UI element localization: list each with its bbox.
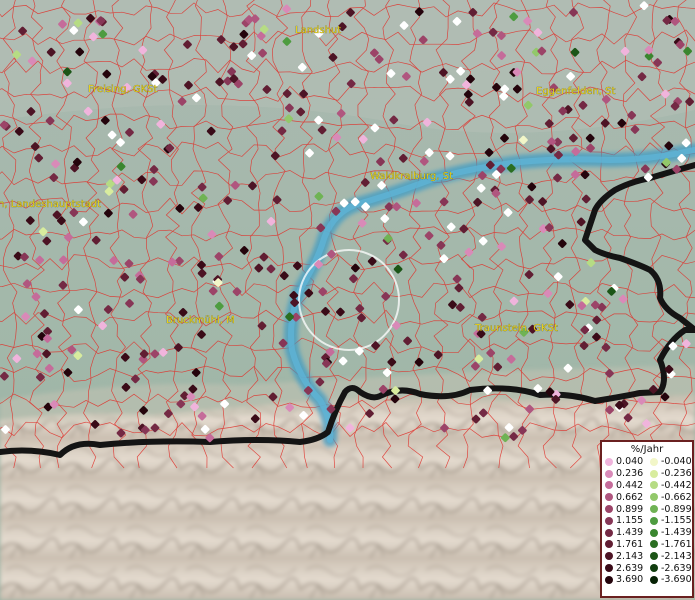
legend-row-negative: -0.662 xyxy=(647,491,692,503)
legend-row-negative: -1.761 xyxy=(647,539,692,551)
legend-value: 2.639 xyxy=(616,562,644,574)
legend-swatch xyxy=(650,516,658,525)
legend-swatch xyxy=(605,469,613,478)
legend-swatch xyxy=(650,552,658,561)
legend-swatch xyxy=(605,575,613,584)
legend-value: -1.155 xyxy=(661,515,692,527)
legend-swatch xyxy=(605,481,613,490)
legend-value: 2.143 xyxy=(616,550,644,562)
legend-swatch xyxy=(605,552,613,561)
legend-value: -0.899 xyxy=(661,503,692,515)
legend-row-positive: 0.662 xyxy=(602,491,647,503)
legend-row-positive: 2.143 xyxy=(602,550,647,562)
legend-value: -0.040 xyxy=(661,456,692,468)
legend-value: 0.662 xyxy=(616,491,644,503)
legend-swatch xyxy=(605,493,613,502)
legend-value: -1.439 xyxy=(661,527,692,539)
legend-swatch xyxy=(605,457,613,466)
legend-value: -0.236 xyxy=(661,468,692,480)
legend-row-negative: -2.639 xyxy=(647,562,692,574)
legend-swatch xyxy=(605,540,613,549)
legend-row-positive: 0.236 xyxy=(602,468,647,480)
legend-swatch xyxy=(650,457,658,466)
legend-swatch xyxy=(650,528,658,537)
legend-value: 1.155 xyxy=(616,515,644,527)
legend-row-positive: 2.639 xyxy=(602,562,647,574)
place-label-freising: Freising, GKSt xyxy=(88,84,158,95)
legend-row-negative: -3.690 xyxy=(647,574,692,586)
legend-swatch xyxy=(605,528,613,537)
legend-row-negative: -2.143 xyxy=(647,550,692,562)
place-label-traunstein: Traunstein, GKSt xyxy=(474,323,558,334)
legend-swatch xyxy=(650,469,658,478)
legend-swatch xyxy=(650,575,658,584)
legend-swatch xyxy=(650,564,658,573)
legend-swatch xyxy=(605,516,613,525)
legend-value: -1.761 xyxy=(661,538,692,550)
place-label-bruckmuehl: Bruckmühl, M xyxy=(166,315,235,326)
legend-row-negative: -0.236 xyxy=(647,468,692,480)
place-label-landshut: Landshut xyxy=(295,25,341,36)
legend-value: 1.439 xyxy=(616,527,644,539)
legend-row-positive: 0.899 xyxy=(602,503,647,515)
legend-value: -2.639 xyxy=(661,562,692,574)
legend-value: 0.899 xyxy=(616,503,644,515)
legend-swatch xyxy=(650,493,658,502)
legend-title: %/Jahr xyxy=(630,444,664,455)
legend-row-positive: 1.155 xyxy=(602,515,647,527)
legend-swatch xyxy=(650,481,658,490)
legend-swatch xyxy=(650,540,658,549)
place-label-muenchen: n, Landeshauptstadt xyxy=(0,199,101,210)
map-canvas[interactable]: Landshut Freising, GKSt Eggenfelden, St … xyxy=(0,0,695,600)
legend-row-negative: -1.439 xyxy=(647,527,692,539)
legend-value: 1.761 xyxy=(616,538,644,550)
legend: %/Jahr 0.040 0.236 0.442 0.662 0.899 1.155 1.4… xyxy=(600,440,694,598)
legend-row-positive: 0.040 xyxy=(602,456,647,468)
place-label-eggenfelden: Eggenfelden, St xyxy=(536,86,615,97)
place-label-waldkraiburg: Waldkraiburg, St xyxy=(370,171,453,182)
legend-swatch xyxy=(650,505,658,514)
legend-negative-column: -0.040 -0.236 -0.442 -0.662 -0.899 -1.155 -1.4… xyxy=(647,456,692,586)
legend-value: -3.690 xyxy=(661,574,692,586)
legend-value: -2.143 xyxy=(661,550,692,562)
legend-value: 3.690 xyxy=(616,574,644,586)
legend-value: -0.662 xyxy=(661,491,692,503)
legend-row-positive: 1.439 xyxy=(602,527,647,539)
legend-row-positive: 1.761 xyxy=(602,539,647,551)
legend-swatch xyxy=(605,505,613,514)
legend-row-positive: 3.690 xyxy=(602,574,647,586)
legend-value: 0.236 xyxy=(616,468,644,480)
legend-row-positive: 0.442 xyxy=(602,480,647,492)
legend-row-negative: -1.155 xyxy=(647,515,692,527)
legend-value: -0.442 xyxy=(661,479,692,491)
legend-swatch xyxy=(605,564,613,573)
legend-positive-column: 0.040 0.236 0.442 0.662 0.899 1.155 1.439 1.761… xyxy=(602,456,647,586)
legend-row-negative: -0.040 xyxy=(647,456,692,468)
legend-row-negative: -0.899 xyxy=(647,503,692,515)
legend-row-negative: -0.442 xyxy=(647,480,692,492)
legend-value: 0.040 xyxy=(616,456,644,468)
legend-value: 0.442 xyxy=(616,479,644,491)
